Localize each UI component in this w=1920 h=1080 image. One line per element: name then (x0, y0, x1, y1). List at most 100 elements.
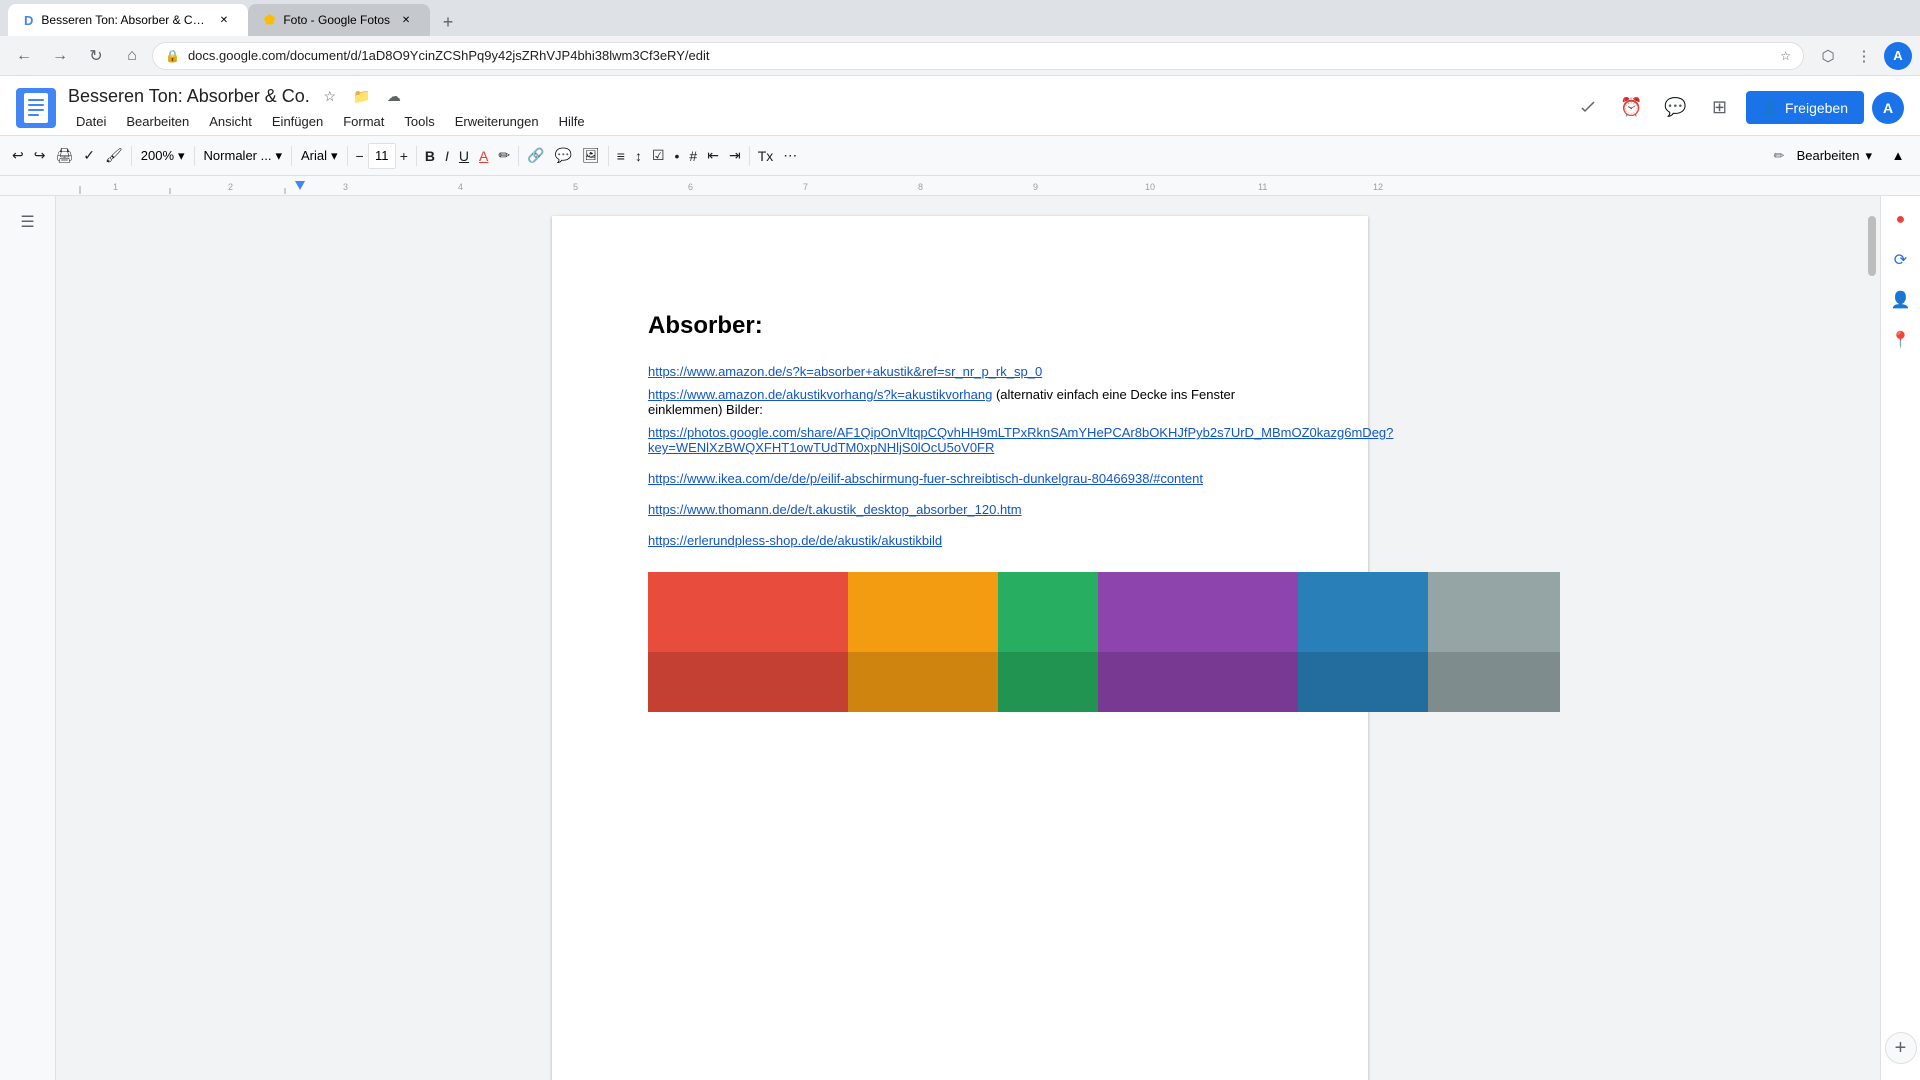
back-button[interactable]: ← (8, 40, 40, 72)
menu-datei[interactable]: Datei (68, 112, 114, 131)
reload-button[interactable]: ↻ (80, 40, 112, 72)
menu-hilfe[interactable]: Hilfe (551, 112, 593, 131)
scrollbar-area[interactable] (1864, 196, 1880, 1080)
home-button[interactable]: ⌂ (116, 40, 148, 72)
tab-docs-close[interactable]: ✕ (216, 12, 232, 28)
address-bar[interactable]: 🔒 docs.google.com/document/d/1aD8O9YcinZ… (152, 42, 1804, 70)
separator-6 (518, 146, 519, 166)
zoom-select[interactable]: 200% ▾ (136, 142, 190, 170)
menu-einfügen[interactable]: Einfügen (264, 112, 331, 131)
font-value: Arial (301, 148, 327, 163)
font-color-button[interactable]: A (475, 142, 492, 170)
link-amazon-akustikvorhang[interactable]: https://www.amazon.de/akustikvorhang/s?k… (648, 387, 992, 402)
outdent-button[interactable]: ⇤ (703, 142, 723, 170)
bold-button[interactable]: B (421, 142, 439, 170)
menu-bearbeiten[interactable]: Bearbeiten (118, 112, 197, 131)
doc-paragraph-1: https://www.amazon.de/s?k=absorber+akust… (648, 364, 1272, 379)
right-icon-2[interactable]: ⟳ (1885, 244, 1917, 276)
doc-heading: Absorber: (648, 312, 1272, 340)
share-icon: 👤 (1762, 99, 1779, 116)
ruler-svg: 1 2 3 4 5 6 7 8 9 10 11 12 (0, 176, 1920, 196)
line-spacing-button[interactable]: ↕ (631, 142, 646, 170)
right-icon-1[interactable]: ● (1885, 204, 1917, 236)
italic-button[interactable]: I (441, 142, 453, 170)
font-size-area: − + (352, 142, 412, 170)
edit-mode-button[interactable]: Bearbeiten ▾ (1789, 144, 1880, 168)
font-select[interactable]: Arial ▾ (296, 142, 343, 170)
docs-filename: Besseren Ton: Absorber & Co. (68, 86, 310, 107)
align-button[interactable]: ≡ (613, 142, 629, 170)
link-ikea[interactable]: https://www.ikea.com/de/de/p/eilif-absch… (648, 471, 1203, 486)
menu-tools[interactable]: Tools (396, 112, 442, 131)
style-select[interactable]: Normaler ... ▾ (199, 142, 287, 170)
highlight-button[interactable]: ✏ (494, 142, 514, 170)
outline-icon[interactable]: ☰ (10, 204, 46, 240)
paint-format-button[interactable]: 🖌 (101, 142, 127, 170)
checklist-button[interactable]: ☑ (648, 142, 669, 170)
new-tab-button[interactable]: + (434, 8, 462, 36)
link-thomann[interactable]: https://www.thomann.de/de/t.akustik_desk… (648, 502, 1022, 517)
separator-1 (131, 146, 132, 166)
indent-button[interactable]: ⇥ (725, 142, 745, 170)
undo-button[interactable]: ↩ (8, 142, 28, 170)
doc-paragraph-2: https://www.amazon.de/akustikvorhang/s?k… (648, 387, 1272, 417)
right-icon-3[interactable]: 👤 (1885, 284, 1917, 316)
docs-toolbar: ↩ ↪ 🖨 ✓ 🖌 200% ▾ Normaler ... ▾ Arial ▾ … (0, 136, 1920, 176)
doc-page: Absorber: https://www.amazon.de/s?k=abso… (552, 216, 1368, 1080)
folder-icon[interactable]: 📁 (350, 84, 374, 108)
docs-actions: ⏰ 💬 ⊞ 👤 Freigeben A (1570, 90, 1904, 126)
star-icon[interactable]: ☆ (318, 84, 342, 108)
view-mode-icon[interactable]: ⊞ (1702, 90, 1738, 126)
tab-docs[interactable]: D Besseren Ton: Absorber & Co. - ... ✕ (8, 4, 248, 36)
forward-button[interactable]: → (44, 40, 76, 72)
docs-menu-row: Datei Bearbeiten Ansicht Einfügen Format… (68, 112, 1558, 131)
profile-button[interactable]: A (1884, 42, 1912, 70)
font-size-decrease[interactable]: − (352, 142, 368, 170)
more-formats-button[interactable]: ⋯ (779, 142, 801, 170)
link-erlerundpless[interactable]: https://erlerundpless-shop.de/de/akustik… (648, 533, 942, 548)
share-button[interactable]: 👤 Freigeben (1746, 91, 1864, 124)
user-avatar[interactable]: A (1872, 92, 1904, 124)
font-size-input[interactable] (368, 143, 396, 169)
extensions-icon[interactable]: ⬡ (1812, 40, 1844, 72)
link-button[interactable]: 🔗 (523, 142, 548, 170)
print-button[interactable]: 🖨 (51, 142, 77, 170)
right-icon-4[interactable]: 📍 (1885, 324, 1917, 356)
scrollbar-thumb[interactable] (1868, 216, 1876, 276)
right-sidebar: ● ⟳ 👤 📍 + (1880, 196, 1920, 1080)
toolbar-collapse-button[interactable]: ▲ (1884, 142, 1912, 170)
underline-button[interactable]: U (455, 142, 473, 170)
zoom-dropdown-icon: ▾ (178, 148, 185, 164)
edit-label: Bearbeiten (1797, 148, 1860, 163)
image-button[interactable]: 🖼 (578, 142, 604, 170)
comments-icon[interactable]: 💬 (1658, 90, 1694, 126)
document-area[interactable]: Absorber: https://www.amazon.de/s?k=abso… (56, 196, 1864, 1080)
menu-erweiterungen[interactable]: Erweiterungen (447, 112, 547, 131)
chrome-menu-icon[interactable]: ⋮ (1848, 40, 1880, 72)
font-size-increase[interactable]: + (396, 142, 412, 170)
add-sidebar-item-button[interactable]: + (1885, 1032, 1917, 1064)
spellcheck-button[interactable]: ✓ (79, 142, 99, 170)
numbered-button[interactable]: # (685, 142, 701, 170)
separator-2 (194, 146, 195, 166)
link-amazon-absorber[interactable]: https://www.amazon.de/s?k=absorber+akust… (648, 364, 1042, 379)
menu-format[interactable]: Format (335, 112, 392, 131)
style-value: Normaler ... (204, 148, 272, 163)
cloud-icon[interactable]: ☁ (382, 84, 406, 108)
format-clear-button[interactable]: Tx (754, 142, 778, 170)
move-to-drive-icon[interactable] (1570, 90, 1606, 126)
docs-title-area: Besseren Ton: Absorber & Co. ☆ 📁 ☁ Datei… (68, 84, 1558, 131)
redo-button[interactable]: ↪ (30, 142, 50, 170)
svg-text:5: 5 (573, 182, 578, 192)
history-icon[interactable]: ⏰ (1614, 90, 1650, 126)
bookmark-icon[interactable]: ☆ (1780, 49, 1791, 63)
share-label: Freigeben (1785, 100, 1848, 116)
menu-ansicht[interactable]: Ansicht (201, 112, 260, 131)
comment-button[interactable]: 💬 (551, 142, 576, 170)
nav-icons: ⬡ ⋮ A (1812, 40, 1912, 72)
bullets-button[interactable]: • (671, 142, 684, 170)
tab-photos[interactable]: ⬟ Foto - Google Fotos ✕ (248, 4, 430, 36)
link-photos-google[interactable]: https://photos.google.com/share/AF1QipOn… (648, 425, 1393, 455)
svg-text:8: 8 (918, 182, 923, 192)
tab-photos-close[interactable]: ✕ (398, 12, 414, 28)
